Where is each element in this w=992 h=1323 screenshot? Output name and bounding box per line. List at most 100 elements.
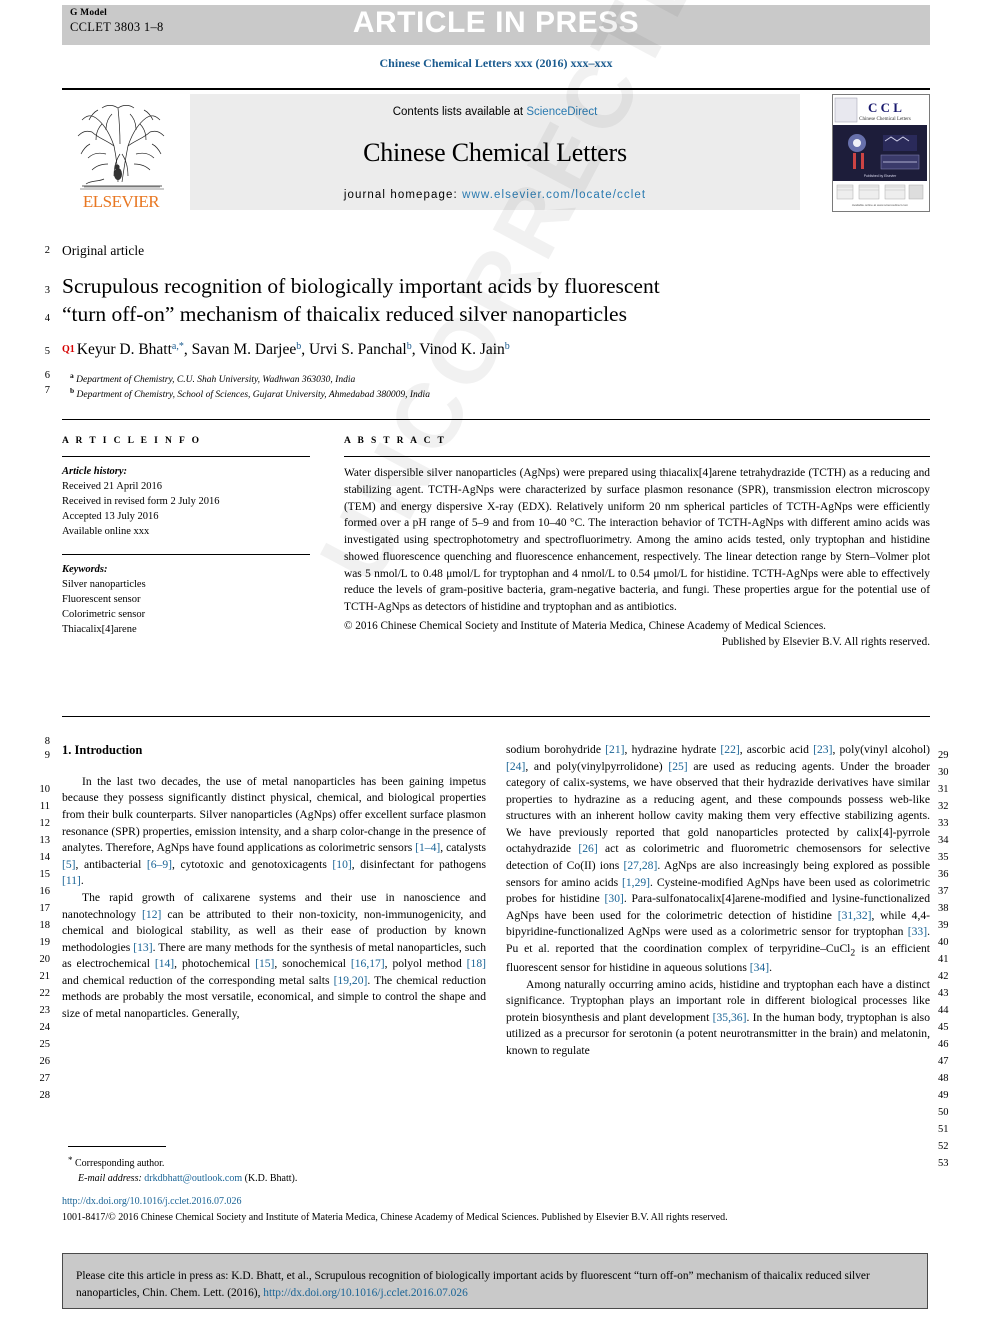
query-marker-q1[interactable]: Q1 bbox=[62, 344, 75, 355]
line-number: 51 bbox=[938, 1124, 949, 1135]
line-number: 40 bbox=[938, 937, 949, 948]
sciencedirect-link[interactable]: ScienceDirect bbox=[526, 106, 597, 118]
abstract-rule bbox=[344, 456, 930, 457]
line-number: 46 bbox=[938, 1039, 949, 1050]
line-number: 4 bbox=[44, 313, 50, 324]
divider-below-abstract bbox=[62, 716, 930, 717]
affiliation-b-text: Department of Chemistry, School of Scien… bbox=[76, 390, 430, 400]
line-number: 14 bbox=[39, 852, 51, 863]
citation-link[interactable]: [12] bbox=[142, 908, 161, 921]
author-name-4[interactable]: Vinod K. Jain bbox=[419, 341, 505, 358]
line-number: 29 bbox=[938, 750, 949, 761]
article-history-label: Article history: bbox=[62, 466, 128, 477]
keywords-rule bbox=[62, 553, 310, 555]
corresponding-author-marker: ,* bbox=[176, 341, 184, 352]
email-label: E-mail address: bbox=[78, 1172, 142, 1184]
line-number: 30 bbox=[938, 767, 949, 778]
line-number: 52 bbox=[938, 1141, 949, 1152]
line-number: 38 bbox=[938, 903, 949, 914]
line-number: 41 bbox=[938, 954, 949, 965]
citation-link[interactable]: [18] bbox=[467, 957, 486, 970]
cite-text-body: Please cite this article in press as: K.… bbox=[76, 1270, 870, 1300]
citation-link[interactable]: [5] bbox=[62, 858, 76, 871]
keyword-item: Fluorescent sensor bbox=[62, 593, 141, 605]
citation-link[interactable]: [6–9] bbox=[147, 858, 172, 871]
affiliation-marker-a: a bbox=[70, 371, 74, 380]
citation-link[interactable]: [30] bbox=[605, 892, 624, 905]
citation-link[interactable]: [24] bbox=[506, 760, 525, 773]
body-column-right: sodium borohydride [21], hydrazine hydra… bbox=[506, 742, 930, 1060]
line-number: 5 bbox=[44, 346, 50, 357]
line-number: 13 bbox=[39, 835, 51, 846]
author-name-2[interactable]: Savan M. Darjee bbox=[192, 341, 297, 358]
citation-link[interactable]: [27,28] bbox=[624, 859, 658, 872]
history-item: Received in revised form 2 July 2016 bbox=[62, 496, 220, 508]
line-number: 48 bbox=[938, 1073, 949, 1084]
abstract-text: Water dispersible silver nanoparticles (… bbox=[344, 467, 930, 614]
line-number: 10 bbox=[39, 784, 51, 795]
keywords-label: Keywords: bbox=[62, 563, 108, 575]
cover-art-icon: C C L Chinese Chemical Letters Published… bbox=[833, 95, 927, 209]
line-number: 26 bbox=[39, 1056, 51, 1067]
citation-link[interactable]: [14] bbox=[155, 957, 174, 970]
line-number: 47 bbox=[938, 1056, 949, 1067]
line-number: 39 bbox=[938, 920, 949, 931]
email-note: E-mail address: drkdbhatt@outlook.com (K… bbox=[68, 1172, 488, 1187]
citation-link[interactable]: [11] bbox=[62, 874, 81, 887]
citation-link[interactable]: [26] bbox=[578, 842, 597, 855]
affiliation-superscript: b bbox=[406, 341, 412, 352]
svg-text:Chinese Chemical Letters: Chinese Chemical Letters bbox=[859, 117, 911, 122]
citation-link[interactable]: [31,32] bbox=[838, 909, 872, 922]
citation-link[interactable]: [1,29] bbox=[622, 876, 650, 889]
citation-link[interactable]: [22] bbox=[720, 743, 739, 756]
citation-link[interactable]: [21] bbox=[605, 743, 624, 756]
citation-link[interactable]: [10] bbox=[332, 858, 351, 871]
article-in-press-text: ARTICLE IN PRESS bbox=[352, 6, 640, 39]
history-item: Received 21 April 2016 bbox=[62, 481, 163, 493]
citation-link[interactable]: [15] bbox=[255, 957, 274, 970]
copyright-line-2: Published by Elsevier B.V. All rights re… bbox=[721, 636, 930, 649]
citation-link[interactable]: [19,20] bbox=[334, 974, 368, 987]
citation-link[interactable]: [16,17] bbox=[351, 957, 385, 970]
title-line-1: Scrupulous recognition of biologically i… bbox=[62, 274, 660, 298]
line-number: 50 bbox=[938, 1107, 949, 1118]
affiliation-a-text: Department of Chemistry, C.U. Shah Unive… bbox=[76, 375, 356, 385]
citation-link[interactable]: [23] bbox=[813, 743, 832, 756]
affiliation-a: a Department of Chemistry, C.U. Shah Uni… bbox=[70, 371, 920, 385]
keyword-item: Thiacalix[4]arene bbox=[62, 623, 137, 635]
line-number: 3 bbox=[44, 285, 50, 296]
citation-link[interactable]: [25] bbox=[668, 760, 687, 773]
line-number: 2 bbox=[44, 245, 50, 256]
line-number: 19 bbox=[39, 937, 51, 948]
journal-reference-line: Chinese Chemical Letters xxx (2016) xxx–… bbox=[379, 56, 613, 70]
cite-doi-link[interactable]: http://dx.doi.org/10.1016/j.cclet.2016.0… bbox=[263, 1287, 468, 1299]
paper-page: G Model CCLET 3803 1–8 ARTICLE IN PRESS … bbox=[0, 0, 992, 1323]
doi-link[interactable]: http://dx.doi.org/10.1016/j.cclet.2016.0… bbox=[62, 1196, 242, 1207]
line-number: 21 bbox=[39, 971, 51, 982]
line-number: 27 bbox=[39, 1073, 51, 1084]
author-name-1[interactable]: Keyur D. Bhatt bbox=[77, 341, 172, 358]
citation-link[interactable]: [35,36] bbox=[713, 1011, 747, 1024]
paragraph: The rapid growth of calixarene systems a… bbox=[62, 890, 486, 1020]
article-history-block: Article history: Received 21 April 2016 … bbox=[62, 464, 310, 540]
footnote-rule bbox=[68, 1146, 166, 1147]
line-number: 35 bbox=[938, 852, 949, 863]
keywords-block: Keywords: Silver nanoparticles Fluoresce… bbox=[62, 562, 310, 638]
line-number: 23 bbox=[39, 1005, 51, 1016]
line-number: 18 bbox=[39, 920, 51, 931]
cite-this-article-text: Please cite this article in press as: K.… bbox=[76, 1268, 916, 1302]
line-number: 43 bbox=[938, 988, 949, 999]
contents-available-line: Contents lists available at ScienceDirec… bbox=[190, 94, 800, 118]
citation-link[interactable]: [34] bbox=[750, 961, 769, 974]
journal-homepage-line: journal homepage: www.elsevier.com/locat… bbox=[190, 189, 800, 201]
email-link[interactable]: drkdbhatt@outlook.com bbox=[144, 1173, 242, 1184]
line-number: 6 bbox=[44, 370, 50, 381]
citation-link[interactable]: [1–4] bbox=[415, 841, 440, 854]
citation-link[interactable]: [33] bbox=[908, 925, 927, 938]
line-number: 11 bbox=[39, 801, 50, 812]
journal-homepage-link[interactable]: www.elsevier.com/locate/cclet bbox=[462, 189, 646, 201]
author-name-3[interactable]: Urvi S. Panchal bbox=[309, 341, 407, 358]
history-item: Accepted 13 July 2016 bbox=[62, 511, 159, 523]
paragraph: Among naturally occurring amino acids, h… bbox=[506, 977, 930, 1057]
citation-link[interactable]: [13] bbox=[133, 941, 152, 954]
